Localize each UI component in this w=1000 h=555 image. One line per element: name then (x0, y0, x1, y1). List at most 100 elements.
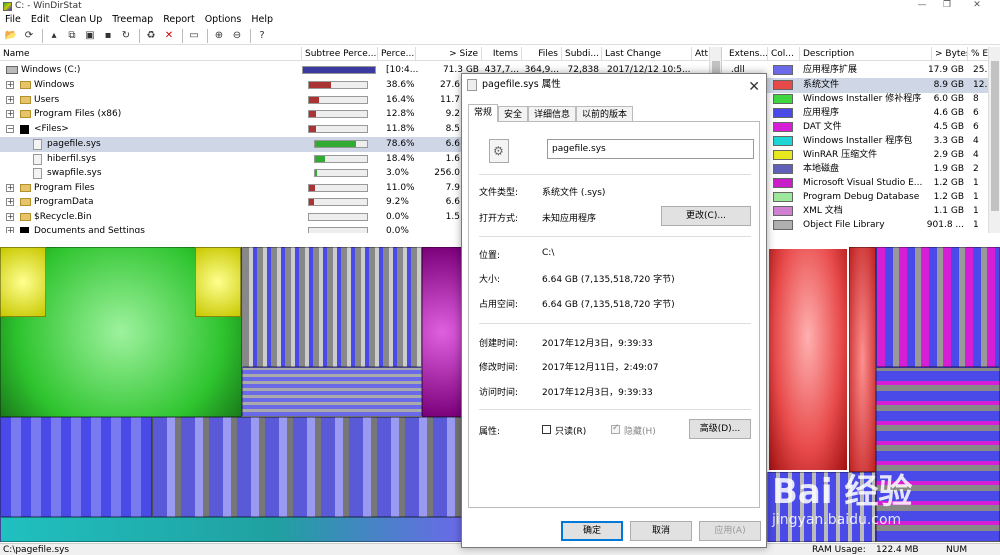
col-size[interactable]: > Size (416, 47, 482, 61)
treemap-block-pagefile[interactable] (767, 247, 849, 472)
folder-icon (20, 96, 31, 104)
col-extension[interactable]: Extens... (726, 47, 768, 61)
col-files[interactable]: Files (522, 47, 562, 61)
hidden-checkbox[interactable]: ✓ (611, 423, 620, 434)
expand-toggle[interactable]: + (6, 227, 14, 233)
maximize-button[interactable]: ❐ (932, 0, 962, 10)
tree-row-name: swapfile.sys (47, 168, 102, 178)
select-parent-icon[interactable]: ▴ (46, 28, 62, 44)
apply-button[interactable]: 应用(A) (699, 521, 761, 541)
treemap-block[interactable] (152, 417, 462, 517)
col-name[interactable]: Name (0, 47, 302, 61)
col-bytes[interactable]: > Bytes (932, 47, 968, 61)
advanced-button[interactable]: 高级(D)... (689, 419, 751, 439)
delete-icon[interactable]: ✕ (161, 28, 177, 44)
tab-details[interactable]: 详细信息 (528, 106, 577, 122)
command-prompt-icon[interactable]: ▪ (100, 28, 116, 44)
treemap-block[interactable] (0, 247, 46, 317)
checkmark-icon: ✓ (612, 423, 620, 433)
rescan-icon[interactable]: ⟳ (21, 28, 37, 44)
tree-row-size: 256.0 (434, 168, 460, 178)
tab-previous-versions[interactable]: 以前的版本 (576, 106, 634, 122)
system-file-icon (489, 139, 509, 163)
refresh-selected-icon[interactable]: ↻ (118, 28, 134, 44)
subtree-bar (302, 66, 376, 74)
status-path: C:\pagefile.sys (3, 545, 70, 555)
modified-value: 2017年12月11日，2:49:07 (542, 363, 659, 373)
expand-toggle[interactable]: + (6, 213, 14, 221)
ok-button[interactable]: 确定 (561, 521, 623, 541)
expand-toggle[interactable]: + (6, 110, 14, 118)
menu-options[interactable]: Options (200, 14, 247, 25)
treemap-block[interactable] (0, 417, 152, 517)
ext-description: WinRAR 压缩文件 (803, 150, 878, 160)
treemap-block[interactable] (849, 247, 876, 472)
tree-row-size: 1.5 (445, 212, 460, 222)
ext-bytes: 4.5 GB (933, 122, 964, 132)
divider (479, 174, 751, 175)
num-lock-indicator: NUM (946, 545, 968, 555)
treemap-block[interactable] (876, 247, 1000, 367)
ext-percent: 2 (973, 164, 979, 174)
expand-toggle[interactable]: + (6, 81, 14, 89)
col-last-change[interactable]: Last Change (602, 47, 692, 61)
dialog-title-bar: pagefile.sys 属性 ✕ (462, 74, 766, 96)
recycle-icon[interactable]: ♻ (143, 28, 159, 44)
col-color[interactable]: Col... (768, 47, 800, 61)
treemap-block[interactable] (242, 247, 422, 367)
ext-scrollbar[interactable] (988, 47, 1000, 233)
menu-report[interactable]: Report (158, 14, 200, 25)
menu-edit[interactable]: Edit (26, 14, 54, 25)
open-folder-icon[interactable]: 📂 (3, 28, 19, 44)
treemap-block[interactable] (195, 247, 241, 317)
col-items[interactable]: Items (482, 47, 522, 61)
col-subtree-percent[interactable]: Subtree Perce... (302, 47, 378, 61)
treemap-block[interactable] (242, 367, 422, 417)
size-on-disk-label: 占用空间: (479, 300, 519, 310)
ext-color-swatch (773, 220, 793, 230)
tree-row-name: Program Files (34, 183, 95, 193)
explorer-icon[interactable]: ▣ (82, 28, 98, 44)
properties-icon[interactable]: ▭ (186, 28, 202, 44)
menu-help[interactable]: Help (246, 14, 278, 25)
general-tab-panel: pagefile.sys 文件类型: 系统文件 (.sys) 打开方式: 未知应… (468, 121, 760, 508)
close-button[interactable]: ✕ (962, 0, 992, 10)
copy-path-icon[interactable]: ⧉ (64, 28, 80, 44)
menu-treemap[interactable]: Treemap (107, 14, 158, 25)
ext-color-swatch (773, 164, 793, 174)
ext-percent: 6 (973, 108, 979, 118)
col-subdirs[interactable]: Subdi... (562, 47, 602, 61)
collapse-toggle[interactable]: − (6, 125, 14, 133)
readonly-checkbox[interactable] (542, 425, 551, 434)
ext-bytes: 17.9 GB (927, 65, 964, 75)
open-with-label: 打开方式: (479, 214, 519, 224)
window-title: C: - WinDirStat (15, 1, 82, 11)
treemap-block[interactable] (0, 517, 462, 542)
change-button[interactable]: 更改(C)... (661, 206, 751, 226)
tree-row-name: Windows (C:) (21, 65, 81, 75)
expand-toggle[interactable]: + (6, 184, 14, 192)
cancel-button[interactable]: 取消 (630, 521, 692, 541)
col-description[interactable]: Description (800, 47, 932, 61)
file-icon (33, 154, 42, 165)
zoom-in-icon[interactable]: ⊕ (211, 28, 227, 44)
treemap-block[interactable] (422, 247, 462, 417)
filename-field[interactable]: pagefile.sys (547, 139, 754, 159)
ext-percent: 8 (973, 94, 979, 104)
zoom-out-icon[interactable]: ⊖ (229, 28, 245, 44)
menu-file[interactable]: File (0, 14, 26, 25)
expand-toggle[interactable]: + (6, 96, 14, 104)
baidu-watermark: Bai 经验 jingyan.baidu.com (772, 448, 972, 543)
tab-security[interactable]: 安全 (498, 106, 529, 122)
scroll-thumb[interactable] (991, 61, 999, 211)
expand-toggle[interactable]: + (6, 198, 14, 206)
divider (479, 236, 751, 237)
tab-general[interactable]: 常规 (468, 104, 499, 122)
tree-row-percent: [10:4... (386, 65, 419, 75)
dialog-close-button[interactable]: ✕ (748, 76, 760, 98)
subtree-bar (308, 227, 368, 233)
ext-description: 应用程序 (803, 108, 840, 118)
col-percent[interactable]: Perce... (378, 47, 416, 61)
help-icon[interactable]: ? (254, 28, 270, 44)
menu-clean-up[interactable]: Clean Up (54, 14, 107, 25)
